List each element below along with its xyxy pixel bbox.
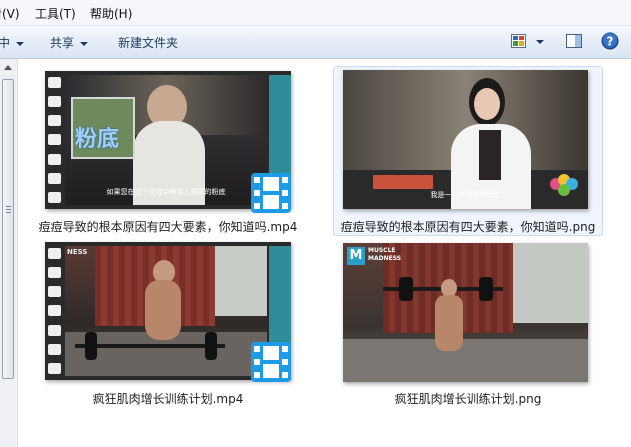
library-button[interactable]: 中	[0, 34, 25, 51]
file-item-selected[interactable]: 我是一名皮肤科的医生 痘痘导致的根本原因有四大要素，你知道吗.png	[333, 66, 603, 236]
file-item[interactable]: NESS 疯狂肌肉增长训练计划.mp4	[37, 240, 299, 410]
command-bar: 中 共享 新建文件夹 ?	[0, 26, 631, 59]
video-file-icon	[249, 171, 293, 215]
file-name: 痘痘导致的根本原因有四大要素，你知道吗.png	[340, 220, 596, 234]
video-file-icon	[249, 340, 293, 384]
image-thumbnail: M MUSCLE MADNESS	[343, 243, 588, 382]
file-item[interactable]: 粉底 如果您在这个过程中再涂上厚厚的粉底 痘痘导致的根本原因有四大要素，你知道吗…	[37, 67, 299, 237]
svg-text:?: ?	[607, 35, 614, 49]
preview-pane-icon[interactable]	[566, 34, 582, 51]
share-button[interactable]: 共享	[50, 34, 89, 51]
video-subtitle: 如果您在这个过程中再涂上厚厚的粉底	[106, 188, 226, 196]
scroll-thumb[interactable]	[2, 79, 14, 379]
menu-tools[interactable]: 工具(T)	[35, 5, 76, 22]
menu-bar: 看(V) 工具(T) 帮助(H)	[0, 0, 631, 26]
menu-help[interactable]: 帮助(H)	[90, 5, 132, 22]
overlay-text: 粉底	[75, 127, 120, 152]
image-thumbnail: 我是一名皮肤科的医生	[343, 70, 588, 209]
vertical-scrollbar[interactable]	[0, 59, 18, 447]
menu-view[interactable]: 看(V)	[0, 5, 20, 22]
scroll-up-arrow-icon[interactable]	[4, 65, 12, 70]
chevron-down-icon	[80, 41, 89, 46]
file-item[interactable]: M MUSCLE MADNESS 疯狂肌肉增长训练计划.png	[333, 240, 603, 410]
file-name: 痘痘导致的根本原因有四大要素，你知道吗.mp4	[38, 220, 298, 234]
chevron-down-icon	[16, 41, 25, 46]
new-folder-button[interactable]: 新建文件夹	[118, 34, 178, 51]
view-menu-chevron-icon[interactable]	[536, 40, 544, 44]
file-name: 疯狂肌肉增长训练计划.mp4	[92, 392, 244, 406]
help-icon[interactable]: ?	[601, 32, 619, 53]
watermark-logo: NESS	[67, 248, 88, 256]
view-options-icon[interactable]	[511, 34, 526, 48]
image-subtitle: 我是一名皮肤科的医生	[430, 191, 501, 199]
file-name: 疯狂肌肉增长训练计划.png	[394, 392, 542, 406]
muscle-madness-logo: M MUSCLE MADNESS	[347, 247, 407, 269]
